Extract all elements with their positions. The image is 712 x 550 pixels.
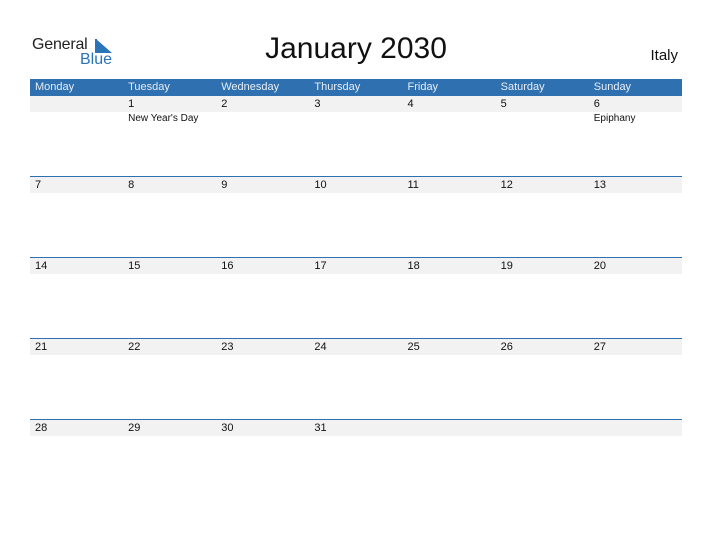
day-cell: 17 xyxy=(309,258,402,336)
calendar-week-row: 28 29 30 31 xyxy=(30,419,682,500)
day-number: 21 xyxy=(35,341,48,353)
day-number: 1 xyxy=(128,98,135,110)
day-cell: 21 xyxy=(30,339,123,417)
calendar-week-row: 14 15 16 17 18 19 20 xyxy=(30,257,682,338)
weekday-friday: Friday xyxy=(407,81,439,93)
country-label: Italy xyxy=(650,47,678,64)
day-cell xyxy=(403,420,496,498)
day-cell: 30 xyxy=(216,420,309,498)
day-cell xyxy=(496,420,589,498)
day-number: 30 xyxy=(221,422,234,434)
day-cell: 1 New Year's Day xyxy=(123,96,216,174)
day-cell: 13 xyxy=(589,177,682,255)
day-number: 24 xyxy=(314,341,327,353)
weekday-wednesday: Wednesday xyxy=(221,81,280,93)
day-number xyxy=(35,96,123,112)
day-cell: 31 xyxy=(309,420,402,498)
calendar-title: January 2030 xyxy=(265,32,447,65)
day-cell: 7 xyxy=(30,177,123,255)
holiday-label: New Year's Day xyxy=(128,113,199,124)
day-number: 31 xyxy=(314,422,327,434)
day-number: 5 xyxy=(500,98,507,110)
day-number: 12 xyxy=(500,179,513,191)
day-cell: 28 xyxy=(30,420,123,498)
day-number: 10 xyxy=(314,179,327,191)
day-number: 23 xyxy=(221,341,234,353)
day-cell: 20 xyxy=(589,258,682,336)
day-number: 18 xyxy=(407,260,420,272)
day-cell: 18 xyxy=(403,258,496,336)
day-number: 28 xyxy=(35,422,48,434)
day-number: 4 xyxy=(407,98,414,110)
week-cells: 21 22 23 24 25 26 27 xyxy=(30,339,682,417)
calendar-week-row: 7 8 9 10 11 12 13 xyxy=(30,176,682,257)
weekday-saturday: Saturday xyxy=(500,81,545,93)
day-number: 2 xyxy=(221,98,228,110)
day-cell: 22 xyxy=(123,339,216,417)
calendar-week-row: 21 22 23 24 25 26 27 xyxy=(30,338,682,419)
day-cell xyxy=(589,420,682,498)
day-cell: 24 xyxy=(309,339,402,417)
week-cells: 7 8 9 10 11 12 13 xyxy=(30,177,682,255)
day-number: 14 xyxy=(35,260,48,272)
weekday-thursday: Thursday xyxy=(314,81,361,93)
day-number: 7 xyxy=(35,179,42,191)
day-number xyxy=(594,420,682,436)
day-number: 26 xyxy=(500,341,513,353)
day-number xyxy=(408,420,496,436)
day-cell: 8 xyxy=(123,177,216,255)
day-number: 9 xyxy=(221,179,228,191)
day-number: 6 xyxy=(593,98,600,110)
day-cell: 23 xyxy=(216,339,309,417)
day-number: 25 xyxy=(407,341,420,353)
day-cell: 16 xyxy=(216,258,309,336)
day-cell: 9 xyxy=(216,177,309,255)
weekday-sunday: Sunday xyxy=(593,81,632,93)
day-cell: 5 xyxy=(496,96,589,174)
day-number: 8 xyxy=(128,179,135,191)
day-number: 22 xyxy=(128,341,141,353)
day-number: 19 xyxy=(500,260,513,272)
day-cell: 19 xyxy=(496,258,589,336)
day-cell: 15 xyxy=(123,258,216,336)
day-cell: 27 xyxy=(589,339,682,417)
weekday-header: Monday Tuesday Wednesday Thursday Friday… xyxy=(30,79,682,96)
day-cell: 4 xyxy=(403,96,496,174)
day-number: 15 xyxy=(128,260,141,272)
day-number: 3 xyxy=(314,98,321,110)
day-cell: 26 xyxy=(496,339,589,417)
weekday-monday: Monday xyxy=(35,81,75,93)
day-cell: 12 xyxy=(496,177,589,255)
day-cell: 25 xyxy=(403,339,496,417)
day-number: 13 xyxy=(593,179,606,191)
weekday-tuesday: Tuesday xyxy=(128,81,170,93)
day-number: 11 xyxy=(407,179,419,191)
day-number: 27 xyxy=(593,341,606,353)
day-cell: 14 xyxy=(30,258,123,336)
day-cell: 29 xyxy=(123,420,216,498)
day-number: 17 xyxy=(314,260,327,272)
day-number: 29 xyxy=(128,422,141,434)
day-number xyxy=(501,420,589,436)
day-cell xyxy=(30,96,123,174)
day-cell: 2 xyxy=(216,96,309,174)
calendar-week-row: 1 New Year's Day 2 3 4 5 6 Epiphany xyxy=(30,95,682,176)
day-cell: 6 Epiphany xyxy=(589,96,682,174)
week-cells: 1 New Year's Day 2 3 4 5 6 Epiphany xyxy=(30,96,682,174)
day-cell: 11 xyxy=(403,177,496,255)
holiday-label: Epiphany xyxy=(593,113,636,124)
day-cell: 10 xyxy=(309,177,402,255)
day-number: 16 xyxy=(221,260,234,272)
week-cells: 28 29 30 31 xyxy=(30,420,682,498)
day-cell: 3 xyxy=(309,96,402,174)
day-number: 20 xyxy=(593,260,606,272)
week-cells: 14 15 16 17 18 19 20 xyxy=(30,258,682,336)
